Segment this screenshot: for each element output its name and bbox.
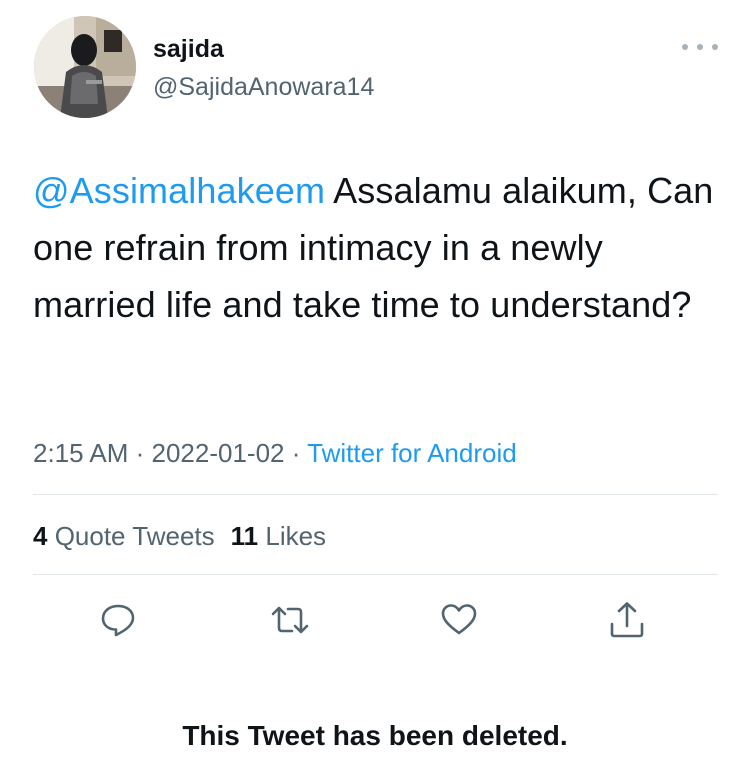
heart-icon (441, 604, 477, 635)
tweet-stats: 4 Quote Tweets 11 Likes (33, 519, 326, 553)
display-name[interactable]: sajida (153, 34, 224, 64)
more-options-button[interactable] (682, 36, 718, 58)
avatar[interactable] (34, 16, 136, 118)
deleted-tweet-notice: This Tweet has been deleted. (182, 720, 568, 751)
speech-bubble-icon (101, 604, 135, 637)
quote-count: 4 (33, 521, 48, 551)
tweet-meta: 2:15 AM · 2022-01-02 · Twitter for Andro… (33, 436, 517, 470)
mention-link[interactable]: @Assimalhakeem (33, 170, 325, 211)
tweet-text: @Assimalhakeem Assalamu alaikum, Can one… (33, 162, 723, 333)
quote-label: Quote Tweets (47, 521, 215, 551)
tweet-detail: sajida @SajidaAnowara14 @Assimalhakeem A… (0, 0, 750, 784)
more-dot-icon (682, 44, 688, 50)
likes-stat[interactable]: 11 Likes (231, 521, 326, 551)
like-count: 11 (230, 521, 259, 551)
share-button[interactable] (605, 598, 649, 642)
quote-tweets-stat[interactable]: 4 Quote Tweets (33, 521, 215, 551)
share-upload-icon (610, 602, 644, 638)
tweet-source-link[interactable]: Twitter for Android (307, 438, 517, 468)
reply-button[interactable] (96, 598, 140, 642)
divider (33, 574, 718, 575)
retweet-button[interactable] (268, 598, 312, 642)
user-handle[interactable]: @SajidaAnowara14 (153, 72, 374, 102)
tweet-date[interactable]: 2022-01-02 (152, 438, 285, 468)
avatar-photo (34, 16, 136, 118)
more-dot-icon (697, 44, 703, 50)
meta-separator: · (128, 438, 152, 468)
divider (33, 494, 718, 495)
meta-separator: · (284, 438, 308, 468)
more-dot-icon (712, 44, 718, 50)
tweet-time[interactable]: 2:15 AM (33, 438, 128, 468)
action-bar (0, 598, 750, 642)
like-label: Likes (258, 521, 327, 551)
like-button[interactable] (437, 598, 481, 642)
retweet-arrows-icon (271, 606, 309, 634)
